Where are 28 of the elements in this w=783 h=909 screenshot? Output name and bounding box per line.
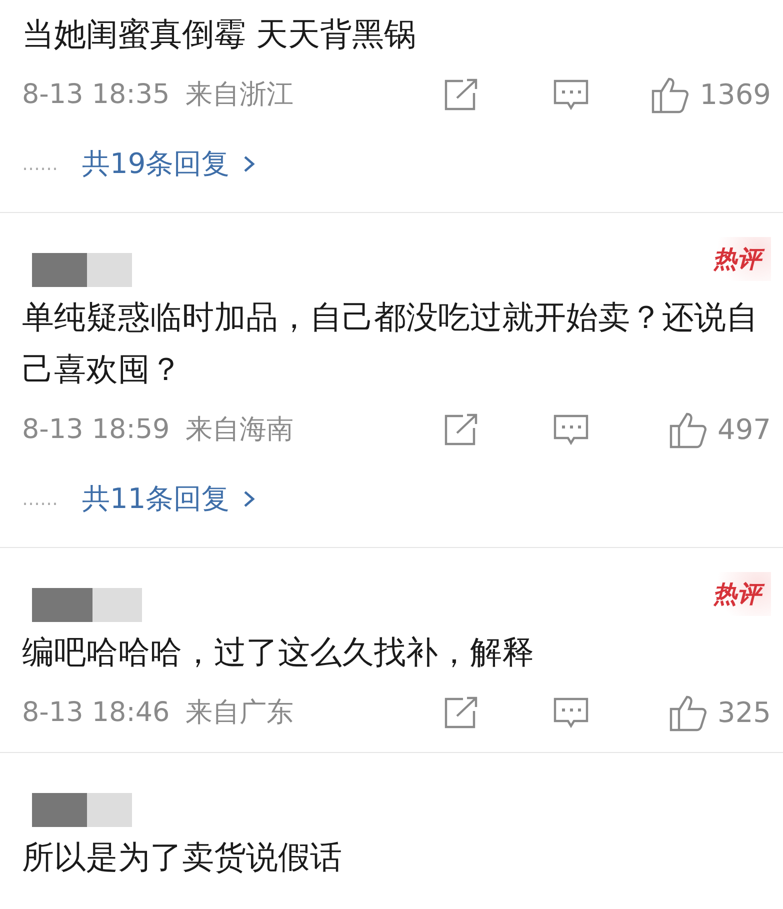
share-icon[interactable] [443,78,479,112]
location-text: 来自海南 [186,412,294,447]
like-count: 497 [718,412,771,448]
share-icon[interactable] [443,696,479,730]
thumbs-up-icon[interactable] [668,411,708,449]
chevron-right-icon [242,154,256,174]
location-text: 来自浙江 [186,78,294,112]
like-count: 325 [718,695,771,731]
comment-text: 所以是为了卖货说假话 [22,837,343,878]
thumbs-up-icon[interactable] [668,694,708,732]
location-text: 来自广东 [186,696,294,730]
comment-text: 编吧哈哈哈，过了这么久找补，解释 [22,632,535,673]
share-icon[interactable] [443,413,479,447]
timestamp: 8-13 18:59 [22,412,170,447]
comment-icon[interactable] [552,78,590,112]
timestamp: 8-13 18:35 [22,78,170,112]
chevron-right-icon [242,489,256,509]
view-replies-link[interactable]: 共11条回复 [82,478,256,520]
like-count: 1369 [700,77,771,113]
ellipsis-text: …… [22,488,58,512]
comment-text: 当她闺蜜真倒霉 天天背黑锅 [22,14,418,55]
thumbs-up-icon[interactable] [650,76,690,114]
ellipsis-text: …… [22,152,58,176]
timestamp: 8-13 18:46 [22,696,170,730]
comment-icon[interactable] [552,696,590,730]
comment-icon[interactable] [552,413,590,447]
comment-text: 单纯疑惑临时加品，自己都没吃过就开始卖？还说自己喜欢囤？ [22,297,759,390]
view-replies-link[interactable]: 共19条回复 [82,143,256,185]
